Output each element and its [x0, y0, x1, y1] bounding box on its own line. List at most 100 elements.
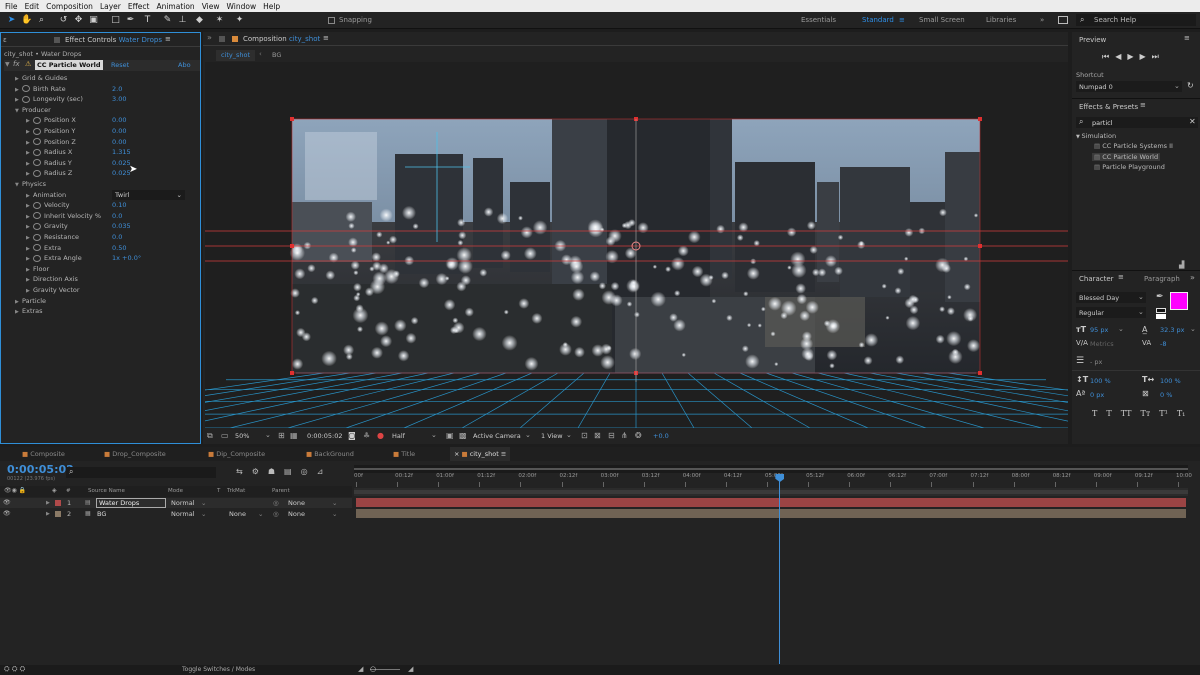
region-of-interest-icon[interactable]: ▣ [446, 431, 454, 440]
effect-property-value[interactable]: 0.10 [112, 200, 126, 210]
shy-icon[interactable]: ☗ [268, 467, 284, 476]
workspace-menu-icon[interactable]: ≡ [899, 16, 905, 24]
panel-menu-icon[interactable]: ≡ [1140, 101, 1146, 109]
effect-property-row[interactable]: ▶ Longevity (sec) [15, 94, 83, 104]
fast-previews-icon[interactable]: ⊠ [594, 431, 601, 440]
roto-brush-tool-icon[interactable]: ✶ [214, 15, 225, 26]
expand-triangle-icon[interactable]: ▶ [26, 148, 33, 158]
timeline-search-field[interactable]: ⌕ [66, 467, 216, 478]
menu-help[interactable]: Help [263, 2, 280, 11]
text-format-button[interactable]: T¹ [1159, 409, 1168, 418]
layer-name[interactable]: BG [97, 510, 106, 518]
composition-viewer[interactable] [205, 62, 1068, 428]
effect-property-value[interactable]: 0.50 [112, 243, 126, 253]
white-swatch[interactable] [1156, 314, 1166, 319]
expand-triangle-icon[interactable]: ▶ [26, 138, 33, 148]
flow-item-city-shot[interactable]: city_shot [216, 50, 256, 61]
stopwatch-icon[interactable] [22, 95, 30, 103]
close-tab-icon[interactable]: × [454, 450, 462, 458]
timeline-tab[interactable]: × ■ city_shot ≡ [450, 447, 511, 461]
comp-mini-flowchart-icon[interactable]: ⇆ [236, 467, 252, 476]
flow-item-bg[interactable]: BG [272, 51, 281, 59]
always-preview-icon[interactable]: ⧉ [207, 431, 213, 441]
work-area-bar[interactable] [354, 465, 1188, 473]
effect-property-row[interactable]: ▼ Producer [15, 105, 51, 115]
hand-tool-icon[interactable]: ✋ [21, 15, 32, 26]
expand-triangle-icon[interactable]: ▼ [5, 61, 10, 68]
black-swatch[interactable] [1156, 308, 1166, 313]
text-format-button[interactable]: T [1106, 409, 1111, 418]
effect-property-row[interactable]: ▶ Gravity [26, 221, 68, 231]
stopwatch-icon[interactable] [33, 222, 41, 230]
kerning-value[interactable]: Metrics [1090, 340, 1114, 348]
effect-property-value[interactable]: 2.0 [112, 84, 122, 94]
first-frame-icon[interactable]: ⏮ [1102, 52, 1115, 61]
layer-label-color[interactable] [55, 500, 61, 506]
layer-mode[interactable]: Normal [171, 499, 195, 507]
visibility-eye-icon[interactable]: 👁 [3, 510, 11, 517]
effect-controls-tab[interactable]: Effect Controls Water Drops [65, 36, 162, 44]
frame-blending-icon[interactable]: ▤ [284, 467, 301, 476]
font-size-value[interactable]: 95 px [1090, 326, 1108, 334]
menu-edit[interactable]: Edit [25, 2, 40, 11]
panel-menu-icon[interactable]: ≡ [323, 34, 329, 42]
effect-property-row[interactable]: ▶ Particle [15, 296, 46, 306]
more-tabs-icon[interactable]: » [1190, 273, 1195, 282]
draft-3d-icon[interactable]: ⚙ [252, 467, 268, 476]
effect-property-value[interactable]: 0.00 [112, 115, 126, 125]
effect-preset-item[interactable]: ▤ CC Particle World [1092, 152, 1161, 161]
effect-property-row[interactable]: ▶ Radius Z [26, 168, 72, 178]
effect-property-row[interactable]: ▶ Position Y [26, 126, 75, 136]
effect-property-row[interactable]: ▶ Grid & Guides [15, 73, 67, 83]
toggle-switches-modes[interactable]: Toggle Switches / Modes [182, 666, 255, 673]
time-navigator[interactable] [354, 488, 1188, 496]
expand-triangle-icon[interactable]: ▶ [26, 159, 33, 169]
type-tool-icon[interactable]: T [142, 15, 153, 26]
snapshot-camera-icon[interactable]: ◙ [348, 431, 356, 440]
last-frame-icon[interactable]: ⏭ [1152, 52, 1165, 61]
text-format-button[interactable]: T₁ [1177, 409, 1186, 418]
effect-property-row[interactable]: ▶ Extra Angle [26, 253, 82, 263]
expand-triangle-icon[interactable]: ▶ [26, 222, 33, 232]
expand-triangle-icon[interactable]: ▶ [26, 265, 33, 275]
effect-preset-item[interactable]: ▤ Particle Playground [1092, 163, 1167, 171]
menu-animation[interactable]: Animation [156, 2, 194, 11]
layer-label-color[interactable] [55, 510, 61, 517]
zoom-slider-thumb[interactable]: ○ [370, 665, 376, 673]
visibility-eye-icon[interactable]: 👁 [3, 499, 11, 506]
more-workspaces-icon[interactable]: » [1040, 16, 1044, 24]
puppet-tool-icon[interactable]: ✦ [234, 15, 245, 26]
panel-close-icon[interactable]: ɛ [3, 36, 7, 44]
effect-property-row[interactable]: ▶ Direction Axis [26, 274, 78, 284]
snapping-checkbox[interactable] [328, 17, 335, 24]
timeline-tab[interactable]: ■ Dip_Composite [204, 447, 269, 461]
effect-property-value[interactable]: 1.315 [112, 147, 131, 157]
exposure-value[interactable]: +0.0 [653, 432, 669, 440]
expand-triangle-icon[interactable]: ▶ [26, 275, 33, 285]
panel-menu-icon[interactable]: ≡ [1184, 34, 1190, 42]
effect-property-row[interactable]: ▶ Velocity [26, 200, 70, 210]
workspace-essentials[interactable]: Essentials [801, 16, 836, 24]
rectangle-tool-icon[interactable]: □ [110, 15, 121, 26]
timeline-tab[interactable]: ■ Drop_Composite [100, 447, 170, 461]
about-link[interactable]: Abo [178, 61, 191, 69]
monitor-icon[interactable]: ▭ [221, 431, 229, 440]
layer-duration-bar[interactable] [356, 508, 1186, 518]
collapse-triangle-icon[interactable]: ▼ [15, 180, 22, 190]
prev-frame-icon[interactable]: ◀ [1115, 52, 1127, 61]
effect-property-value[interactable]: 0.025 [112, 168, 131, 178]
loop-icon[interactable]: ↻ [1187, 81, 1194, 90]
camera-select[interactable]: Active Camera [473, 432, 521, 440]
effect-property-value[interactable]: 1x +0.0° [112, 253, 141, 263]
font-family-select[interactable]: Blessed Day ⌄ [1076, 292, 1146, 303]
timeline-tab[interactable]: ■ Composite [18, 447, 69, 461]
layer-expand-icon[interactable]: ▶ [46, 511, 50, 517]
font-style-select[interactable]: Regular ⌄ [1076, 307, 1146, 318]
pan-behind-tool-icon[interactable]: ▣ [88, 15, 99, 26]
expand-triangle-icon[interactable]: ▶ [26, 191, 33, 201]
expand-triangle-icon[interactable]: ▶ [26, 116, 33, 126]
layer-expand-icon[interactable]: ▶ [46, 500, 50, 506]
tracking-value[interactable]: -8 [1160, 340, 1166, 348]
baseline-shift-value[interactable]: 0 px [1090, 391, 1104, 399]
text-format-button[interactable]: TT [1121, 409, 1132, 418]
